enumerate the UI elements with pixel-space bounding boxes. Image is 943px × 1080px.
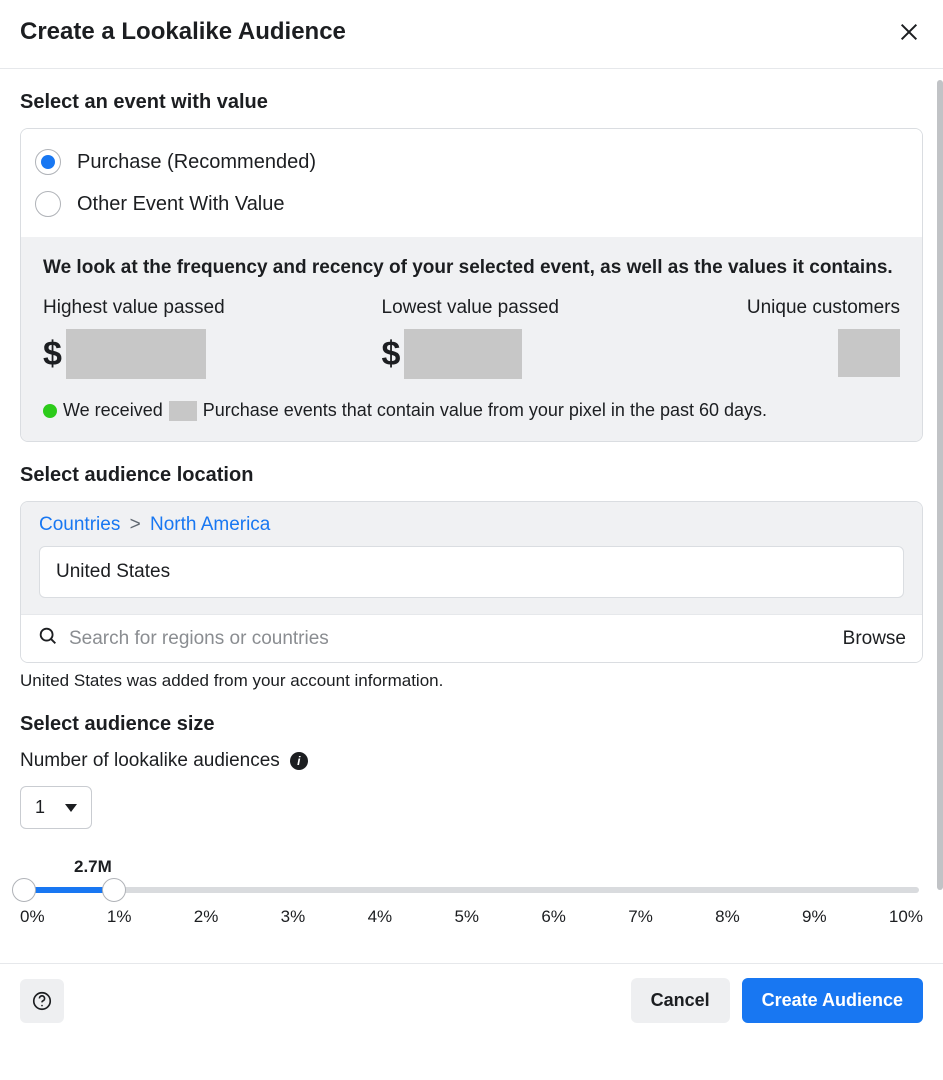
stat-highest-label: Highest value passed	[43, 297, 362, 319]
slider-tick: 5%	[454, 907, 479, 927]
slider-tick: 3%	[281, 907, 306, 927]
event-option-label: Purchase (Recommended)	[77, 151, 316, 174]
stat-unique: Unique customers	[720, 297, 900, 382]
dialog-header: Create a Lookalike Audience	[0, 0, 943, 69]
slider-tick: 8%	[715, 907, 740, 927]
slider-tick: 1%	[107, 907, 132, 927]
breadcrumb-countries[interactable]: Countries	[39, 514, 120, 535]
currency-symbol: $	[43, 335, 62, 374]
events-received-line: We received Purchase events that contain…	[43, 400, 900, 421]
location-selected-value: United States	[56, 561, 170, 582]
slider-fill	[24, 887, 114, 893]
location-header: Countries > North America United States	[21, 502, 922, 614]
slider-tick: 4%	[368, 907, 393, 927]
location-section-title: Select audience location	[20, 464, 923, 487]
close-icon	[898, 21, 920, 43]
num-audiences-value: 1	[35, 797, 45, 818]
slider-tick-row: 0% 1% 2% 3% 4% 5% 6% 7% 8% 9% 10%	[20, 907, 923, 927]
status-dot-icon	[43, 404, 57, 418]
events-line-post: Purchase events that contain value from …	[203, 400, 767, 421]
event-stats-box: We look at the frequency and recency of …	[21, 237, 922, 441]
num-audiences-select[interactable]: 1	[20, 786, 92, 829]
slider-tick: 2%	[194, 907, 219, 927]
num-audiences-label: Number of lookalike audiences	[20, 750, 280, 772]
help-button[interactable]	[20, 979, 64, 1023]
redacted-event-count	[169, 401, 197, 421]
event-card: Purchase (Recommended) Other Event With …	[20, 128, 923, 442]
stats-description: We look at the frequency and recency of …	[43, 257, 900, 279]
audience-size-slider: 2.7M 0% 1% 2% 3% 4% 5% 6% 7% 8% 9% 10%	[20, 857, 923, 927]
stat-unique-label: Unique customers	[720, 297, 900, 319]
stat-highest: Highest value passed $	[43, 297, 362, 382]
event-radio-group: Purchase (Recommended) Other Event With …	[21, 129, 922, 237]
help-icon	[31, 990, 53, 1012]
radio-icon-unselected	[35, 191, 61, 217]
breadcrumb-region[interactable]: North America	[150, 514, 270, 535]
slider-tick: 7%	[628, 907, 653, 927]
location-search-row: Browse	[21, 614, 922, 662]
location-search-input[interactable]	[69, 628, 833, 650]
size-section-title: Select audience size	[20, 713, 923, 736]
slider-tick: 10%	[889, 907, 923, 927]
close-button[interactable]	[895, 18, 923, 46]
event-section-title: Select an event with value	[20, 91, 923, 114]
event-option-label: Other Event With Value	[77, 193, 285, 216]
size-estimate-label: 2.7M	[20, 857, 923, 877]
events-line-pre: We received	[63, 400, 163, 421]
currency-symbol: $	[382, 335, 401, 374]
dialog-title: Create a Lookalike Audience	[20, 18, 346, 46]
location-hint: United States was added from your accoun…	[20, 671, 923, 691]
info-icon[interactable]: i	[290, 752, 308, 770]
event-option-purchase[interactable]: Purchase (Recommended)	[35, 141, 908, 183]
radio-icon-selected	[35, 149, 61, 175]
browse-button[interactable]: Browse	[843, 628, 906, 650]
event-option-other[interactable]: Other Event With Value	[35, 183, 908, 225]
slider-handle-max[interactable]	[102, 878, 126, 902]
scrollbar-thumb[interactable]	[937, 80, 943, 890]
num-audiences-row: Number of lookalike audiences i	[20, 750, 923, 772]
caret-down-icon	[65, 804, 77, 812]
create-audience-button[interactable]: Create Audience	[742, 978, 923, 1023]
breadcrumb-separator: >	[130, 514, 141, 535]
search-icon	[37, 625, 59, 652]
location-breadcrumb: Countries > North America	[39, 514, 904, 536]
redacted-lowest-value	[404, 329, 522, 379]
redacted-unique-value	[838, 329, 900, 377]
dialog-footer: Cancel Create Audience	[0, 963, 943, 1037]
slider-track[interactable]	[24, 887, 919, 893]
redacted-highest-value	[66, 329, 206, 379]
slider-tick: 9%	[802, 907, 827, 927]
slider-tick: 6%	[541, 907, 566, 927]
stats-row: Highest value passed $ Lowest value pass…	[43, 297, 900, 382]
location-selected-chip[interactable]: United States	[39, 546, 904, 598]
stat-lowest: Lowest value passed $	[382, 297, 701, 382]
slider-tick: 0%	[20, 907, 45, 927]
location-card: Countries > North America United States …	[20, 501, 923, 663]
slider-handle-min[interactable]	[12, 878, 36, 902]
cancel-button[interactable]: Cancel	[631, 978, 730, 1023]
stat-lowest-label: Lowest value passed	[382, 297, 701, 319]
